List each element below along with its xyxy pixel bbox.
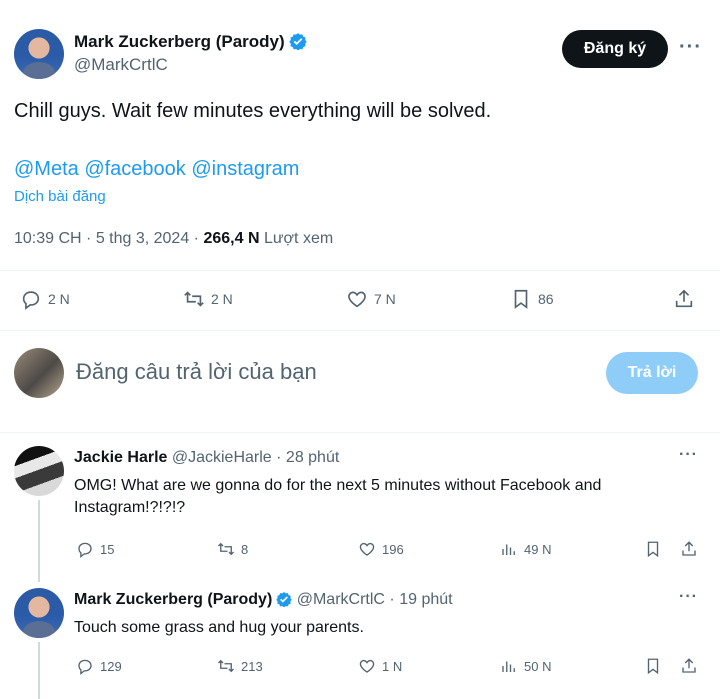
- repost-icon: [218, 542, 234, 556]
- repost-action[interactable]: 8: [217, 540, 248, 558]
- verified-badge-icon: [288, 33, 307, 50]
- more-options-icon[interactable]: ···: [679, 446, 698, 464]
- translate-post-link[interactable]: Dịch bài đăng: [14, 188, 106, 205]
- reply-text: Touch some grass and hug your parents.: [74, 619, 364, 636]
- share-action[interactable]: [673, 288, 701, 310]
- reply-author-name[interactable]: Mark Zuckerberg (Parody): [74, 591, 272, 608]
- reply-avatar[interactable]: [14, 446, 64, 496]
- bookmark-icon: [647, 541, 659, 558]
- bookmark-action[interactable]: [644, 657, 668, 675]
- divider: [0, 270, 720, 271]
- current-user-avatar[interactable]: [14, 348, 64, 398]
- reply-count: 129: [100, 658, 122, 674]
- divider: [0, 432, 720, 433]
- like-count: 7 N: [374, 291, 396, 307]
- reply-author-handle[interactable]: @JackieHarle: [172, 449, 272, 466]
- bookmark-icon: [514, 289, 528, 309]
- views-action[interactable]: 50 N: [500, 657, 551, 675]
- author-avatar[interactable]: [14, 29, 64, 79]
- more-options-icon[interactable]: ···: [679, 36, 702, 59]
- heart-icon: [348, 291, 366, 308]
- views-label: Lượt xem: [259, 230, 334, 247]
- bookmark-icon: [647, 658, 659, 675]
- heart-icon: [359, 659, 375, 673]
- reply-text: OMG! What are we gonna do for the next 5…: [74, 477, 602, 516]
- analytics-icon: [502, 544, 515, 555]
- post-meta: 10:39 CH · 5 thg 3, 2024 · 266,4 N Lượt …: [14, 230, 333, 248]
- reply-author-handle[interactable]: @MarkCrtlC: [297, 591, 385, 608]
- reply-button[interactable]: Trả lời: [606, 352, 698, 394]
- reply-time[interactable]: · 28 phút: [276, 449, 339, 466]
- heart-icon: [359, 542, 375, 556]
- like-action[interactable]: 196: [358, 540, 404, 558]
- bookmark-action[interactable]: 86: [510, 288, 554, 310]
- more-options-icon[interactable]: ···: [679, 588, 698, 606]
- reply-composer-input[interactable]: Đăng câu trả lời của bạn: [76, 359, 317, 385]
- author-handle[interactable]: @MarkCrtlC: [74, 55, 307, 75]
- verified-badge-icon: [276, 592, 293, 607]
- reply-action[interactable]: 129: [76, 657, 122, 675]
- repost-count: 213: [241, 658, 263, 674]
- bookmark-count: 86: [538, 291, 554, 307]
- reply-icon: [78, 542, 92, 558]
- share-action[interactable]: [680, 540, 704, 558]
- follow-button[interactable]: Đăng ký: [562, 30, 668, 68]
- author-block: Mark Zuckerberg (Parody) @MarkCrtlC: [74, 32, 307, 75]
- post-timestamp[interactable]: 10:39 CH · 5 thg 3, 2024 ·: [14, 230, 203, 247]
- post-mentions[interactable]: @Meta @facebook @instagram: [14, 156, 299, 182]
- like-action[interactable]: 1 N: [358, 657, 402, 675]
- reply-icon: [78, 659, 92, 675]
- reply-avatar[interactable]: [14, 588, 64, 638]
- share-icon: [682, 541, 696, 556]
- repost-count: 8: [241, 541, 249, 557]
- repost-count: 2 N: [211, 291, 233, 307]
- reply-action[interactable]: 2 N: [20, 288, 70, 310]
- reply-action[interactable]: 15: [76, 540, 114, 558]
- analytics-icon: [502, 661, 515, 672]
- reply-time[interactable]: · 19 phút: [389, 591, 452, 608]
- like-action[interactable]: 7 N: [346, 288, 396, 310]
- reply-icon: [22, 291, 40, 310]
- share-icon: [682, 658, 696, 673]
- post-action-bar: 2 N 2 N 7 N 86: [0, 286, 720, 314]
- repost-action[interactable]: 213: [217, 657, 263, 675]
- views-count: 266,4 N: [203, 230, 260, 247]
- reply-count: 15: [100, 541, 115, 557]
- post-text: Chill guys. Wait few minutes everything …: [14, 100, 492, 122]
- share-action[interactable]: [680, 657, 704, 675]
- views-count: 49 N: [524, 541, 552, 557]
- views-action[interactable]: 49 N: [500, 540, 551, 558]
- views-count: 50 N: [524, 658, 552, 674]
- author-name[interactable]: Mark Zuckerberg (Parody): [74, 32, 285, 51]
- share-icon: [675, 289, 693, 308]
- repost-icon: [184, 291, 204, 307]
- reply-action-bar: 129 213 1 N 50 N: [0, 657, 720, 679]
- reply-count: 2 N: [48, 291, 70, 307]
- divider: [0, 330, 720, 331]
- like-count: 1 N: [382, 658, 403, 674]
- reply-action-bar: 15 8 196 49 N: [0, 540, 720, 562]
- reply-header: Jackie Harle @JackieHarle · 28 phút: [74, 449, 339, 467]
- repost-action[interactable]: 2 N: [183, 288, 233, 310]
- reply-author-name[interactable]: Jackie Harle: [74, 449, 167, 466]
- reply-header: Mark Zuckerberg (Parody) @MarkCrtlC · 19…: [74, 591, 453, 609]
- bookmark-action[interactable]: [644, 540, 668, 558]
- repost-icon: [218, 659, 234, 673]
- like-count: 196: [382, 541, 404, 557]
